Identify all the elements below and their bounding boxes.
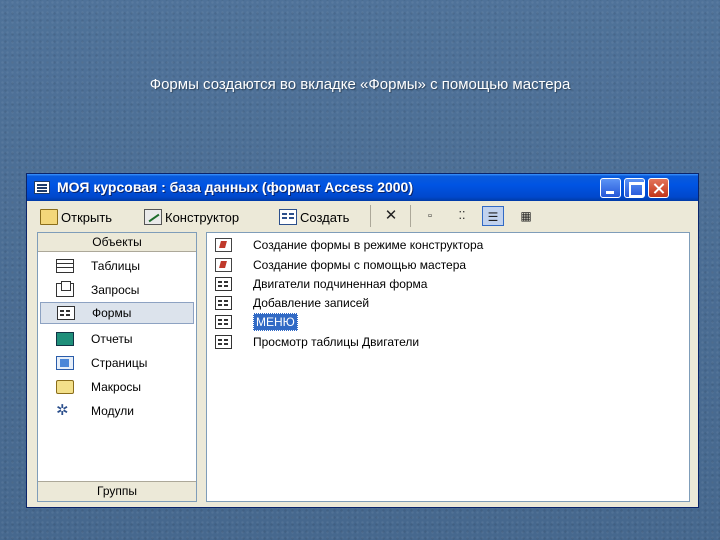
- objects-item-label: Формы: [92, 306, 132, 320]
- objects-item-queries[interactable]: Запросы: [40, 279, 194, 301]
- list-item[interactable]: Двигатели подчиненная форма: [215, 274, 427, 293]
- macro-icon: [56, 380, 74, 394]
- form-icon: [215, 295, 232, 310]
- objects-item-reports[interactable]: Отчеты: [40, 328, 194, 350]
- slide-title: Формы создаются во вкладке «Формы» с пом…: [149, 76, 571, 93]
- list-item[interactable]: Создание формы с помощью мастера: [215, 255, 466, 274]
- open-icon: [40, 209, 58, 225]
- list-item-label: Создание формы с помощью мастера: [253, 257, 467, 272]
- open-button[interactable]: Открыть: [40, 207, 112, 227]
- objects-item-pages[interactable]: Страницы: [40, 352, 194, 374]
- form-icon: [57, 306, 75, 320]
- objects-item-forms[interactable]: Формы: [40, 302, 194, 324]
- window-title: МОЯ курсовая : база данных (формат Acces…: [57, 179, 413, 195]
- open-label: Открыть: [61, 209, 113, 225]
- large-icons-view-icon[interactable]: ▫: [419, 206, 441, 226]
- list-item-label: Добавление записей: [253, 295, 370, 310]
- close-button[interactable]: [648, 178, 669, 198]
- objects-item-label: Таблицы: [91, 259, 141, 273]
- module-icon: [56, 401, 74, 419]
- form-icon: [215, 314, 232, 329]
- list-item-label: Создание формы в режиме конструктора: [253, 237, 484, 252]
- objects-item-macros[interactable]: Макросы: [40, 376, 194, 398]
- form-icon: [215, 276, 232, 291]
- toolbar-separator: [410, 205, 411, 227]
- details-view-icon[interactable]: ▦: [515, 206, 537, 226]
- objects-header[interactable]: Объекты: [38, 233, 196, 252]
- minimize-button[interactable]: [600, 178, 621, 198]
- window-titlebar[interactable]: МОЯ курсовая : база данных (формат Acces…: [27, 174, 698, 201]
- query-icon: [56, 281, 74, 297]
- list-item[interactable]: Добавление записей: [215, 293, 369, 312]
- list-item-label: МЕНЮ: [253, 312, 298, 331]
- create-icon: [279, 209, 297, 225]
- delete-icon[interactable]: ✕: [380, 206, 402, 226]
- list-item-label: Двигатели подчиненная форма: [253, 276, 428, 291]
- wizard-shortcut-icon: [215, 237, 232, 252]
- objects-bar: Объекты Таблицы Запросы Формы Отчеты Стр…: [37, 232, 197, 502]
- design-button[interactable]: Конструктор: [144, 207, 239, 227]
- maximize-button[interactable]: [624, 178, 645, 198]
- design-label: Конструктор: [165, 209, 240, 225]
- list-item[interactable]: Создание формы в режиме конструктора: [215, 235, 483, 254]
- database-window-icon: [34, 181, 50, 194]
- objects-item-label: Запросы: [91, 283, 140, 297]
- form-icon: [215, 334, 232, 349]
- access-database-window: МОЯ курсовая : база данных (формат Acces…: [26, 173, 699, 508]
- page-icon: [56, 356, 74, 370]
- objects-item-tables[interactable]: Таблицы: [40, 255, 194, 277]
- groups-footer[interactable]: Группы: [38, 481, 196, 501]
- table-icon: [56, 259, 74, 273]
- design-icon: [144, 209, 162, 225]
- objects-item-label: Отчеты: [91, 332, 133, 346]
- toolbar-separator: [370, 205, 371, 227]
- objects-item-label: Макросы: [91, 380, 142, 394]
- small-icons-view-icon[interactable]: ⁚⁚: [451, 206, 473, 226]
- report-icon: [56, 332, 74, 346]
- list-view-icon[interactable]: ☰: [482, 206, 504, 226]
- wizard-shortcut-icon: [215, 257, 232, 272]
- list-item-selected[interactable]: МЕНЮ: [215, 312, 298, 331]
- objects-item-modules[interactable]: Модули: [40, 400, 194, 422]
- objects-item-label: Модули: [91, 404, 134, 418]
- create-label: Создать: [300, 209, 350, 225]
- create-button[interactable]: Создать: [279, 207, 349, 227]
- forms-list: Создание формы в режиме конструктора Соз…: [206, 232, 690, 502]
- database-toolbar: Открыть Конструктор Создать ✕ ▫ ⁚⁚ ☰ ▦: [30, 202, 695, 230]
- list-item-label: Просмотр таблицы Двигатели: [253, 334, 420, 349]
- list-item[interactable]: Просмотр таблицы Двигатели: [215, 332, 419, 351]
- objects-item-label: Страницы: [91, 356, 148, 370]
